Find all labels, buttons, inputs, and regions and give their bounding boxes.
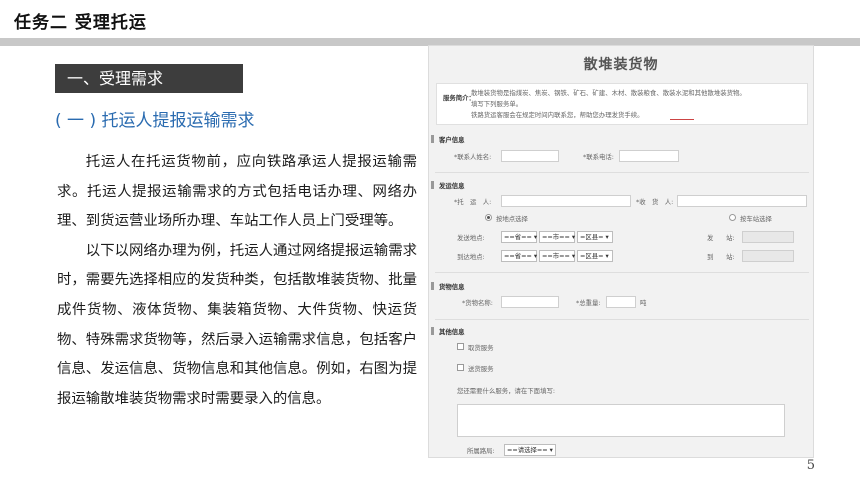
option-text: ==请选择== bbox=[507, 446, 548, 454]
arrive-station-label: 到 站: bbox=[707, 253, 735, 261]
option-text: ==省== bbox=[504, 233, 532, 241]
send-station-label: 发 站: bbox=[707, 234, 735, 242]
contact-phone-input[interactable] bbox=[619, 150, 679, 162]
needs-prompt: 您还需要什么服务，请在下面填写: bbox=[457, 387, 556, 395]
dest-province-select[interactable]: ==省== ▾ bbox=[501, 250, 537, 262]
form-title: 散堆装货物 bbox=[583, 57, 659, 73]
notice-line: 散堆装货物是指煤炭、焦炭、钢铁、矿石、矿建、木材、散装粮食、散装水泥和其他散堆装… bbox=[471, 89, 746, 97]
weight-unit: 吨 bbox=[640, 299, 647, 307]
total-weight-input[interactable] bbox=[606, 296, 636, 308]
contact-name-input[interactable] bbox=[501, 150, 559, 162]
total-weight-label: *总重量: bbox=[576, 299, 601, 307]
shipper-label: *托 运 人: bbox=[454, 198, 492, 206]
body-text: 托运人在托运货物前，应向铁路承运人提报运输需求。托运人提报运输需求的方式包括电话… bbox=[57, 148, 417, 414]
pickup-checkbox[interactable] bbox=[457, 343, 464, 350]
contact-name-label: *联系人姓名: bbox=[454, 153, 492, 161]
origin-district-select[interactable]: =区县= ▾ bbox=[577, 231, 613, 243]
section-divider bbox=[435, 172, 809, 173]
delivery-checkbox[interactable] bbox=[457, 364, 464, 371]
send-station-input[interactable] bbox=[742, 231, 794, 243]
origin-label: 发送地点: bbox=[457, 234, 485, 242]
radio-station-label: 按车站选择 bbox=[740, 215, 772, 223]
needs-textarea[interactable] bbox=[457, 404, 785, 437]
shipper-input[interactable] bbox=[501, 195, 631, 207]
radio-by-station[interactable] bbox=[729, 214, 736, 221]
dest-district-select[interactable]: =区县= ▾ bbox=[577, 250, 613, 262]
bureau-select[interactable]: ==请选择== ▾ bbox=[504, 444, 556, 456]
subheading: ( 一 ) 托运人提报运输需求 bbox=[55, 111, 255, 131]
option-text: ==市== bbox=[542, 252, 570, 260]
bureau-label: 所属路局: bbox=[467, 447, 495, 455]
cargo-name-input[interactable] bbox=[501, 296, 559, 308]
origin-city-select[interactable]: ==市== ▾ bbox=[539, 231, 575, 243]
page-number: 5 bbox=[806, 458, 815, 473]
paragraph-1: 托运人在托运货物前，应向铁路承运人提报运输需求。托运人提报运输需求的方式包括电话… bbox=[57, 154, 417, 230]
notice-link[interactable] bbox=[670, 114, 694, 120]
service-notice: 服务简介： 散堆装货物是指煤炭、焦炭、钢铁、矿石、矿建、木材、散装粮食、散装水泥… bbox=[436, 83, 808, 125]
radio-location-label: 按地点选择 bbox=[496, 215, 528, 223]
option-text: ==省== bbox=[504, 252, 532, 260]
other-section-title: 其他信息 bbox=[431, 327, 465, 336]
contact-phone-label: *联系电话: bbox=[583, 153, 614, 161]
origin-province-select[interactable]: ==省== ▾ bbox=[501, 231, 537, 243]
paragraph-2: 以下以网络办理为例，托运人通过网络提报运输需求时，需要先选择相应的发货种类，包括… bbox=[57, 242, 417, 407]
consignee-label: *收 货 人: bbox=[636, 198, 674, 206]
delivery-label: 送货服务 bbox=[468, 365, 494, 373]
section-divider bbox=[435, 319, 809, 320]
option-text: =区县= bbox=[580, 233, 604, 241]
dest-city-select[interactable]: ==市== ▾ bbox=[539, 250, 575, 262]
option-text: =区县= bbox=[580, 252, 604, 260]
section-tag: 一、受理需求 bbox=[55, 64, 243, 93]
page-title: 任务二 受理托运 bbox=[14, 13, 147, 33]
pickup-label: 取货服务 bbox=[468, 344, 494, 352]
notice-line: 铁路货运客服会在规定时间内联系您，帮助您办理发货手续。 bbox=[471, 111, 644, 119]
cargo-section-title: 货物信息 bbox=[431, 282, 465, 291]
arrive-station-input[interactable] bbox=[742, 250, 794, 262]
slide: 任务二 受理托运 一、受理需求 ( 一 ) 托运人提报运输需求 托运人在托运货物… bbox=[0, 0, 860, 484]
customer-section-title: 客户信息 bbox=[431, 135, 465, 144]
consignee-input[interactable] bbox=[677, 195, 807, 207]
destination-label: 到达地点: bbox=[457, 253, 485, 261]
notice-line: 填写下列服务单。 bbox=[471, 100, 523, 108]
section-divider bbox=[435, 272, 809, 273]
bulk-cargo-form: 散堆装货物 服务简介： 散堆装货物是指煤炭、焦炭、钢铁、矿石、矿建、木材、散装粮… bbox=[428, 45, 814, 458]
shipping-section-title: 发运信息 bbox=[431, 181, 465, 190]
cargo-name-label: *货物名称: bbox=[462, 299, 493, 307]
option-text: ==市== bbox=[542, 233, 570, 241]
radio-by-location[interactable] bbox=[485, 214, 492, 221]
